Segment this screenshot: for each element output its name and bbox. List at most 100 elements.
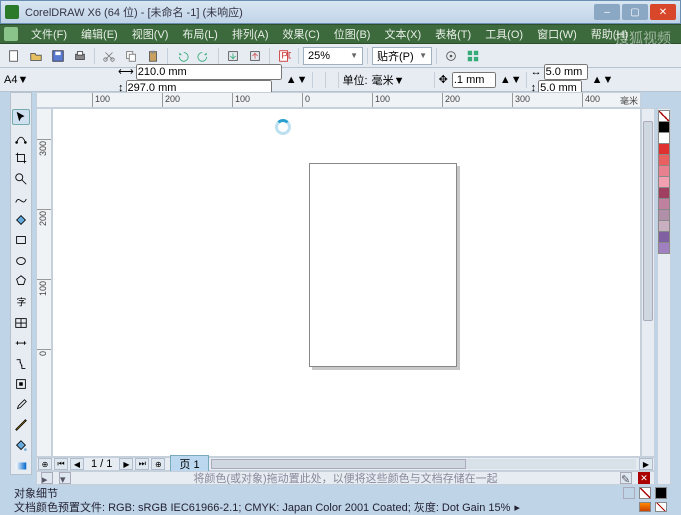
scrollbar-thumb[interactable] xyxy=(211,459,466,469)
first-page-button[interactable]: ⏮ xyxy=(54,458,68,470)
rectangle-tool[interactable] xyxy=(12,233,30,249)
next-page-button[interactable]: ▶ xyxy=(119,458,133,470)
polygon-tool[interactable] xyxy=(12,274,30,290)
units-label: 单位: xyxy=(343,72,368,88)
redo-button[interactable] xyxy=(194,47,214,65)
snap-combo[interactable]: 贴齐(P)▼ xyxy=(372,47,432,65)
status-icon xyxy=(623,487,635,499)
ellipse-tool[interactable] xyxy=(12,253,30,269)
minimize-button[interactable]: – xyxy=(594,4,620,20)
menu-arrange[interactable]: 排列(A) xyxy=(225,26,276,42)
app-launcher-button[interactable] xyxy=(463,47,483,65)
ruler-horizontal[interactable]: 100 200 100 0 100 200 300 400 毫米 xyxy=(36,92,641,108)
window-title: CorelDRAW X6 (64 位) - [未命名 -1] (未响应) xyxy=(25,4,594,20)
menu-bitmap[interactable]: 位图(B) xyxy=(327,26,378,42)
add-page-button[interactable]: ⊕ xyxy=(38,458,52,470)
menu-table[interactable]: 表格(T) xyxy=(428,26,478,42)
menu-text[interactable]: 文本(X) xyxy=(377,26,428,42)
menu-edit[interactable]: 编辑(E) xyxy=(74,26,125,42)
vertical-scrollbar[interactable] xyxy=(641,108,655,457)
separator xyxy=(269,48,270,64)
interactive-fill-tool[interactable] xyxy=(12,459,30,475)
import-button[interactable] xyxy=(223,47,243,65)
separator xyxy=(526,72,527,88)
connector-tool[interactable] xyxy=(12,356,30,372)
eyedropper-icon[interactable]: ✎ xyxy=(620,472,632,484)
print-button[interactable] xyxy=(70,47,90,65)
fill-tool[interactable] xyxy=(12,438,30,454)
prev-page-button[interactable]: ◀ xyxy=(70,458,84,470)
menu-window[interactable]: 窗口(W) xyxy=(530,26,584,42)
pick-tool[interactable] xyxy=(12,109,30,125)
open-button[interactable] xyxy=(26,47,46,65)
app-menu-icon[interactable] xyxy=(4,27,18,41)
eyedropper-tool[interactable] xyxy=(12,397,30,413)
palette-close-button[interactable]: ✕ xyxy=(638,472,650,484)
scroll-right-button[interactable]: ▶ xyxy=(639,458,653,470)
dimension-tool[interactable] xyxy=(12,335,30,351)
swatch-none[interactable] xyxy=(658,110,670,122)
new-button[interactable] xyxy=(4,47,24,65)
dup-x-icon: ↔ xyxy=(531,66,542,78)
page-counter: 1 / 1 xyxy=(85,458,118,470)
menu-bar: 文件(F) 编辑(E) 视图(V) 布局(L) 排列(A) 效果(C) 位图(B… xyxy=(0,24,681,44)
menu-effects[interactable]: 效果(C) xyxy=(276,26,327,42)
add-page-after-button[interactable]: ⊕ xyxy=(151,458,165,470)
undo-button[interactable] xyxy=(172,47,192,65)
drawing-canvas[interactable] xyxy=(52,108,641,457)
separator xyxy=(94,48,95,64)
zoom-tool[interactable] xyxy=(12,171,30,187)
paste-button[interactable] xyxy=(143,47,163,65)
property-bar: A4▼ ⟷ ↕ ▲▼ 单位: 毫米▼ ✥ ▲▼ ↔ ↕ ▲▼ xyxy=(0,68,681,92)
menu-file[interactable]: 文件(F) xyxy=(24,26,74,42)
units-combo[interactable]: 毫米▼ xyxy=(372,72,430,88)
cut-button[interactable] xyxy=(99,47,119,65)
separator xyxy=(338,72,339,88)
text-tool[interactable]: 字 xyxy=(12,294,30,310)
menu-layout[interactable]: 布局(L) xyxy=(175,26,224,42)
nudge-spinner[interactable]: ▲▼ xyxy=(500,74,522,86)
dims-spinner[interactable]: ▲▼ xyxy=(286,74,308,86)
menu-help[interactable]: 帮助(H) xyxy=(584,26,635,42)
publish-pdf-button[interactable]: PDF xyxy=(274,47,294,65)
page-preset-combo[interactable]: A4▼ xyxy=(4,74,114,86)
copy-button[interactable] xyxy=(121,47,141,65)
palette-hint: 将颜色(或对象)拖动置此处，以便将这些颜色与文档存储在一起 xyxy=(77,470,614,486)
palette-flyout-button[interactable]: ▸ xyxy=(41,472,53,484)
options-button[interactable] xyxy=(441,47,461,65)
close-button[interactable]: ✕ xyxy=(650,4,676,20)
crop-tool[interactable] xyxy=(12,151,30,167)
ruler-vertical[interactable]: 300 200 100 0 xyxy=(36,108,52,457)
separator xyxy=(298,48,299,64)
palette-options-button[interactable]: ▾ xyxy=(59,472,71,484)
last-page-button[interactable]: ⏭ xyxy=(135,458,149,470)
freehand-tool[interactable] xyxy=(12,192,30,208)
duplicate-offset-group: ↔ ↕ xyxy=(531,64,588,96)
zoom-value: 25% xyxy=(308,50,330,62)
width-icon: ⟷ xyxy=(118,65,134,78)
status-fill-swatch[interactable] xyxy=(639,502,651,512)
save-button[interactable] xyxy=(48,47,68,65)
title-bar: CorelDRAW X6 (64 位) - [未命名 -1] (未响应) – ▢… xyxy=(0,0,681,24)
interactive-tool[interactable] xyxy=(12,376,30,392)
smart-fill-tool[interactable] xyxy=(12,212,30,228)
scrollbar-thumb[interactable] xyxy=(643,121,653,321)
page-width-input[interactable] xyxy=(136,64,282,80)
dup-x-input[interactable] xyxy=(544,64,588,80)
menu-tools[interactable]: 工具(O) xyxy=(478,26,530,42)
status-bar-1: 对象细节 xyxy=(10,486,671,500)
dup-spinner[interactable]: ▲▼ xyxy=(592,74,614,86)
outline-tool[interactable] xyxy=(12,417,30,433)
swatch[interactable] xyxy=(658,242,670,254)
zoom-combo[interactable]: 25%▼ xyxy=(303,47,363,65)
status-outline-swatch[interactable] xyxy=(655,502,667,512)
expand-icon[interactable]: ▸ xyxy=(514,501,520,514)
export-button[interactable] xyxy=(245,47,265,65)
shape-tool[interactable] xyxy=(12,130,30,146)
maximize-button[interactable]: ▢ xyxy=(622,4,648,20)
table-tool[interactable] xyxy=(12,315,30,331)
nudge-input[interactable] xyxy=(452,72,496,88)
svg-text:PDF: PDF xyxy=(281,50,291,61)
menu-view[interactable]: 视图(V) xyxy=(125,26,176,42)
horizontal-scrollbar[interactable] xyxy=(211,459,636,469)
